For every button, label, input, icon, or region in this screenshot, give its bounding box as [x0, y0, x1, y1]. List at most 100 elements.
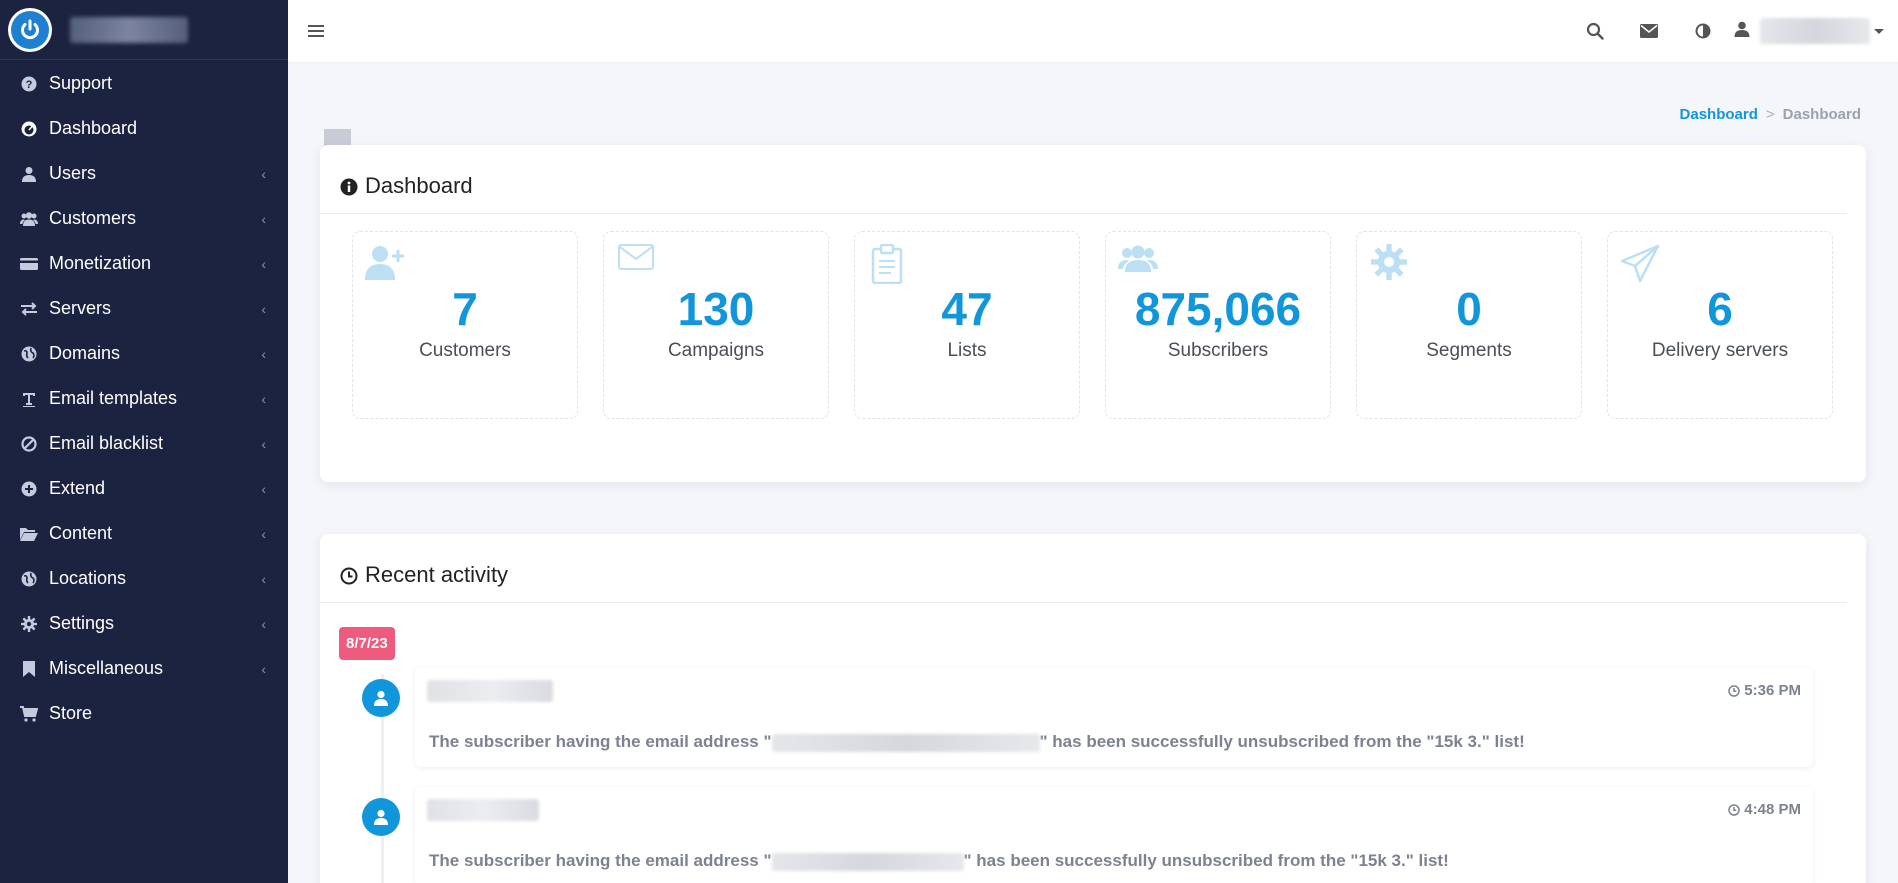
sidebar-item-label: Content: [49, 523, 113, 543]
sidebar-item-label: Servers: [49, 298, 112, 318]
dashboard-card: Dashboard 7 Customers 130 Campaigns 47 L…: [320, 145, 1866, 482]
text-format-icon: [19, 389, 39, 409]
stat-segments[interactable]: 0 Segments: [1356, 231, 1582, 419]
activity-time-text: 4:48 PM: [1744, 801, 1801, 818]
sidebar-nav: ? Support Dashboard Users ‹ Customers ‹ …: [0, 61, 288, 736]
power-logo-icon[interactable]: [8, 7, 52, 52]
chevron-left-icon: ‹: [261, 345, 266, 362]
stat-value: 7: [452, 283, 478, 335]
activity-message: The subscriber having the email address …: [429, 851, 1449, 871]
stat-customers[interactable]: 7 Customers: [352, 231, 578, 419]
credit-card-icon: [19, 254, 39, 274]
stat-value: 6: [1707, 283, 1733, 335]
activity-author-redacted: [427, 799, 539, 821]
menu-toggle-icon[interactable]: [306, 21, 326, 41]
sidebar-item-email-templates[interactable]: Email templates ‹: [0, 376, 288, 421]
folder-open-icon: [19, 524, 39, 544]
chevron-left-icon: ‹: [261, 435, 266, 452]
plus-circle-icon: [19, 479, 39, 499]
sidebar-item-label: Email templates: [49, 388, 178, 408]
stat-value: 875,066: [1134, 283, 1302, 335]
sidebar-item-dashboard[interactable]: Dashboard: [0, 106, 288, 151]
sidebar-item-label: Domains: [49, 343, 121, 363]
stat-label: Lists: [947, 340, 987, 361]
chevron-left-icon: ‹: [261, 615, 266, 632]
activity-time-text: 5:36 PM: [1744, 682, 1801, 699]
dashboard-gauge-icon: [19, 119, 39, 139]
user-menu[interactable]: [1734, 18, 1884, 44]
sidebar-item-label: Store: [49, 703, 93, 723]
sidebar-item-users[interactable]: Users ‹: [0, 151, 288, 196]
stat-value: 47: [941, 283, 993, 335]
sidebar-item-store[interactable]: Store: [0, 691, 288, 736]
activity-message-start: The subscriber having the email address …: [429, 851, 772, 870]
stat-label: Delivery servers: [1651, 340, 1789, 361]
brand[interactable]: [0, 0, 288, 60]
activity-card-header: Recent activity: [320, 534, 1847, 603]
sidebar-item-servers[interactable]: Servers ‹: [0, 286, 288, 331]
recent-activity-card: Recent activity 8/7/23 5:36 PM The subsc…: [320, 534, 1866, 883]
section-title: Recent activity: [365, 562, 509, 587]
sidebar-item-settings[interactable]: Settings ‹: [0, 601, 288, 646]
chevron-left-icon: ‹: [261, 570, 266, 587]
sidebar-item-support[interactable]: ? Support: [0, 61, 288, 106]
sidebar-item-domains[interactable]: Domains ‹: [0, 331, 288, 376]
contrast-icon[interactable]: [1676, 0, 1730, 62]
topbar: [288, 0, 1898, 62]
gear-icon: [1369, 244, 1409, 284]
activity-item: 5:36 PM The subscriber having the email …: [415, 668, 1813, 767]
activity-item: 4:48 PM The subscriber having the email …: [415, 787, 1813, 883]
clipboard-icon: [867, 243, 907, 285]
user-name-redacted: [1760, 18, 1870, 44]
activity-message-start: The subscriber having the email address …: [429, 732, 772, 751]
breadcrumb-current: Dashboard: [1782, 106, 1861, 123]
exchange-arrows-icon: [19, 299, 39, 319]
sidebar-item-content[interactable]: Content ‹: [0, 511, 288, 556]
chevron-left-icon: ‹: [261, 255, 266, 272]
sidebar-item-label: Email blacklist: [49, 433, 164, 453]
sidebar-item-monetization[interactable]: Monetization ‹: [0, 241, 288, 286]
globe-icon: [19, 569, 39, 589]
bookmark-icon: [19, 659, 39, 679]
clock-icon: [1728, 803, 1741, 816]
chevron-left-icon: ‹: [261, 390, 266, 407]
avatar: [362, 798, 400, 836]
globe-icon: [19, 344, 39, 364]
chevron-left-icon: ‹: [261, 660, 266, 677]
stat-delivery-servers[interactable]: 6 Delivery servers: [1607, 231, 1833, 419]
breadcrumb: Dashboard > Dashboard: [1680, 106, 1861, 123]
breadcrumb-link[interactable]: Dashboard: [1680, 106, 1758, 123]
envelope-icon: [616, 244, 656, 284]
sidebar-item-label: Customers: [49, 208, 137, 228]
stat-subscribers[interactable]: 875,066 Subscribers: [1105, 231, 1331, 419]
main-content: Dashboard > Dashboard Dashboard 7 Customer…: [288, 62, 1898, 883]
users-icon: [1118, 244, 1158, 284]
stat-label: Segments: [1426, 340, 1512, 361]
sidebar-item-miscellaneous[interactable]: Miscellaneous ‹: [0, 646, 288, 691]
page-title: Dashboard: [365, 173, 473, 198]
sidebar-item-label: Support: [49, 73, 113, 93]
envelope-icon[interactable]: [1622, 0, 1676, 62]
stat-lists[interactable]: 47 Lists: [854, 231, 1080, 419]
brand-name-redacted: [70, 16, 188, 43]
clock-icon: [1728, 684, 1741, 697]
chevron-left-icon: ‹: [261, 210, 266, 227]
sidebar-item-email-blacklist[interactable]: Email blacklist ‹: [0, 421, 288, 466]
chevron-left-icon: ‹: [261, 300, 266, 317]
sidebar-item-extend[interactable]: Extend ‹: [0, 466, 288, 511]
question-circle-icon: ?: [19, 74, 39, 94]
activity-time: 5:36 PM: [1728, 682, 1801, 699]
chevron-left-icon: ‹: [261, 480, 266, 497]
sidebar-item-label: Settings: [49, 613, 115, 633]
user-icon: [1734, 21, 1750, 42]
sidebar-item-locations[interactable]: Locations ‹: [0, 556, 288, 601]
stat-label: Campaigns: [667, 340, 765, 361]
search-icon[interactable]: [1568, 0, 1622, 62]
activity-time: 4:48 PM: [1728, 801, 1801, 818]
cart-icon: [19, 704, 39, 724]
stat-campaigns[interactable]: 130 Campaigns: [603, 231, 829, 419]
sidebar-item-customers[interactable]: Customers ‹: [0, 196, 288, 241]
chevron-left-icon: ‹: [261, 165, 266, 182]
svg-text:?: ?: [26, 79, 33, 91]
caret-down-icon: [1874, 28, 1884, 34]
